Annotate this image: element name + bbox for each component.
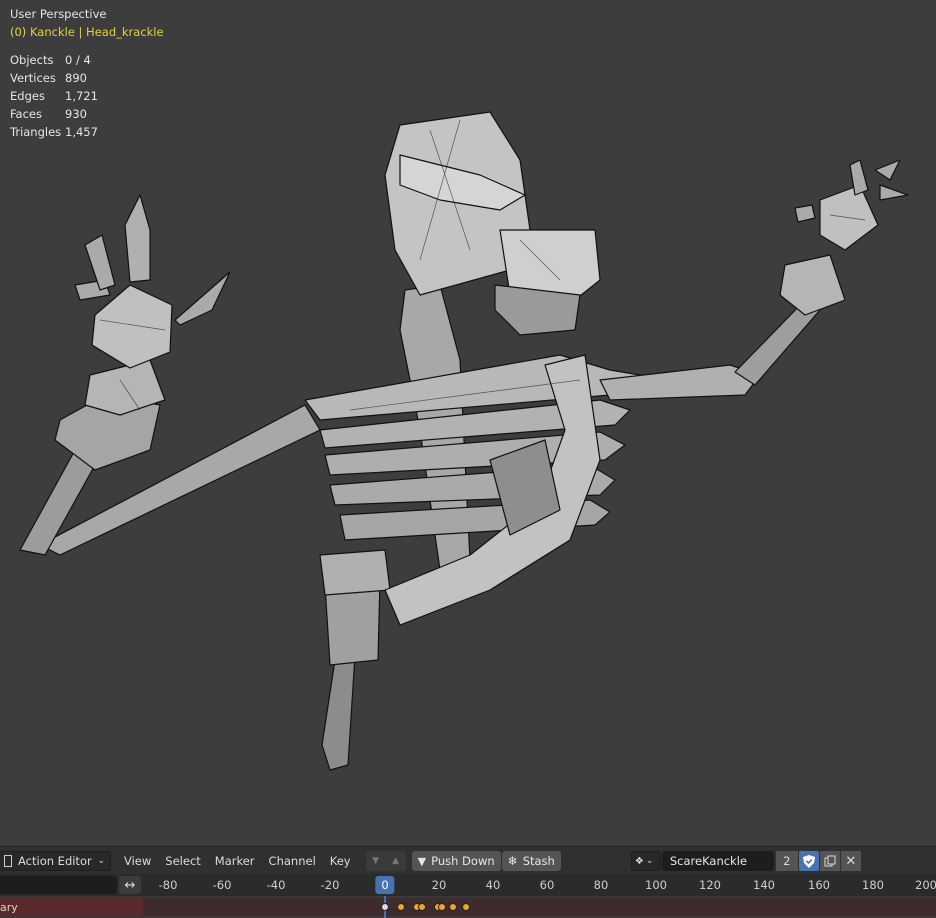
action-browse-dropdown[interactable]: ❖ ⌄ [630, 851, 661, 871]
action-icon: ❖ [634, 855, 644, 867]
chevron-down-icon: ⌄ [645, 856, 654, 866]
stat-row-vertices: Vertices 890 [10, 71, 87, 85]
keyframe[interactable] [397, 903, 405, 911]
current-frame-indicator[interactable]: 0 [375, 876, 395, 894]
tick-label: 120 [699, 878, 721, 892]
push-down-button[interactable]: ▼ Push Down [411, 851, 501, 871]
push-down-label: Push Down [431, 854, 495, 868]
viewport-info: User Perspective (0) Kanckle | Head_krac… [10, 5, 164, 41]
scene-statistics: Objects 0 / 4 Vertices 890 Edges 1,721 Face… [10, 51, 98, 141]
selection-label: (0) Kanckle | Head_krackle [10, 25, 164, 39]
layer-prev-icon[interactable]: ▼ [366, 851, 386, 871]
snowflake-icon: ❄ [507, 854, 518, 868]
fake-user-shield-icon[interactable] [798, 851, 819, 871]
user-count[interactable]: 2 [775, 851, 798, 871]
keyframe[interactable] [381, 903, 389, 911]
tick-label: 160 [808, 878, 830, 892]
keyframe[interactable] [438, 903, 446, 911]
tick-label: 60 [539, 878, 555, 892]
swap-arrows-icon[interactable]: ↔ [119, 876, 141, 894]
unlink-close-icon[interactable]: ✕ [840, 851, 861, 871]
keyframe[interactable] [418, 903, 426, 911]
tick-label: -40 [266, 878, 286, 892]
channel-search-field[interactable] [0, 876, 117, 894]
stash-label: Stash [522, 854, 555, 868]
tick-label: 100 [645, 878, 667, 892]
menu-select[interactable]: Select [158, 854, 207, 868]
tick-label: -20 [320, 878, 340, 892]
push-down-icon: ▼ [417, 854, 427, 868]
chevron-down-icon: ⌄ [97, 856, 105, 866]
tick-label: 140 [753, 878, 775, 892]
summary-row [143, 898, 936, 916]
stat-row-faces: Faces 930 [10, 107, 87, 121]
action-editor-header: Action Editor ⌄ View Select Marker Chann… [0, 846, 936, 875]
duplicate-icon[interactable] [819, 851, 840, 871]
timeline-ruler[interactable]: ↔ -80 -60 -40 -20 0 20 40 60 80 100 120 … [0, 874, 936, 896]
perspective-label: User Perspective [10, 7, 107, 21]
menu-key[interactable]: Key [323, 854, 358, 868]
editor-mode-dropdown[interactable]: Action Editor ⌄ [0, 851, 111, 871]
tick-label: -60 [212, 878, 232, 892]
dope-sheet-icon [4, 855, 12, 867]
keyframe[interactable] [462, 903, 470, 911]
tick-label: 180 [862, 878, 884, 892]
keyframe-track[interactable]: ary [0, 896, 936, 918]
editor-mode-label: Action Editor [18, 854, 92, 868]
skeleton-model[interactable] [0, 0, 936, 846]
stat-row-edges: Edges 1,721 [10, 89, 98, 103]
layer-next-icon[interactable]: ▲ [386, 851, 406, 871]
tick-label: 80 [593, 878, 609, 892]
keyframe[interactable] [449, 903, 457, 911]
tick-label: 200 [915, 878, 936, 892]
menu-marker[interactable]: Marker [208, 854, 262, 868]
tick-label: 20 [431, 878, 447, 892]
channel-summary[interactable]: ary [0, 898, 143, 916]
action-name-field[interactable]: ScareKanckle [661, 851, 774, 871]
tick-label: 40 [485, 878, 501, 892]
menu-view[interactable]: View [117, 854, 158, 868]
stat-row-objects: Objects 0 / 4 [10, 53, 91, 67]
menu-channel[interactable]: Channel [262, 854, 323, 868]
stash-button[interactable]: ❄ Stash [501, 851, 561, 871]
tick-label: -80 [158, 878, 178, 892]
stat-row-triangles: Triangles 1,457 [10, 125, 98, 139]
3d-viewport[interactable]: User Perspective (0) Kanckle | Head_krac… [0, 0, 936, 846]
